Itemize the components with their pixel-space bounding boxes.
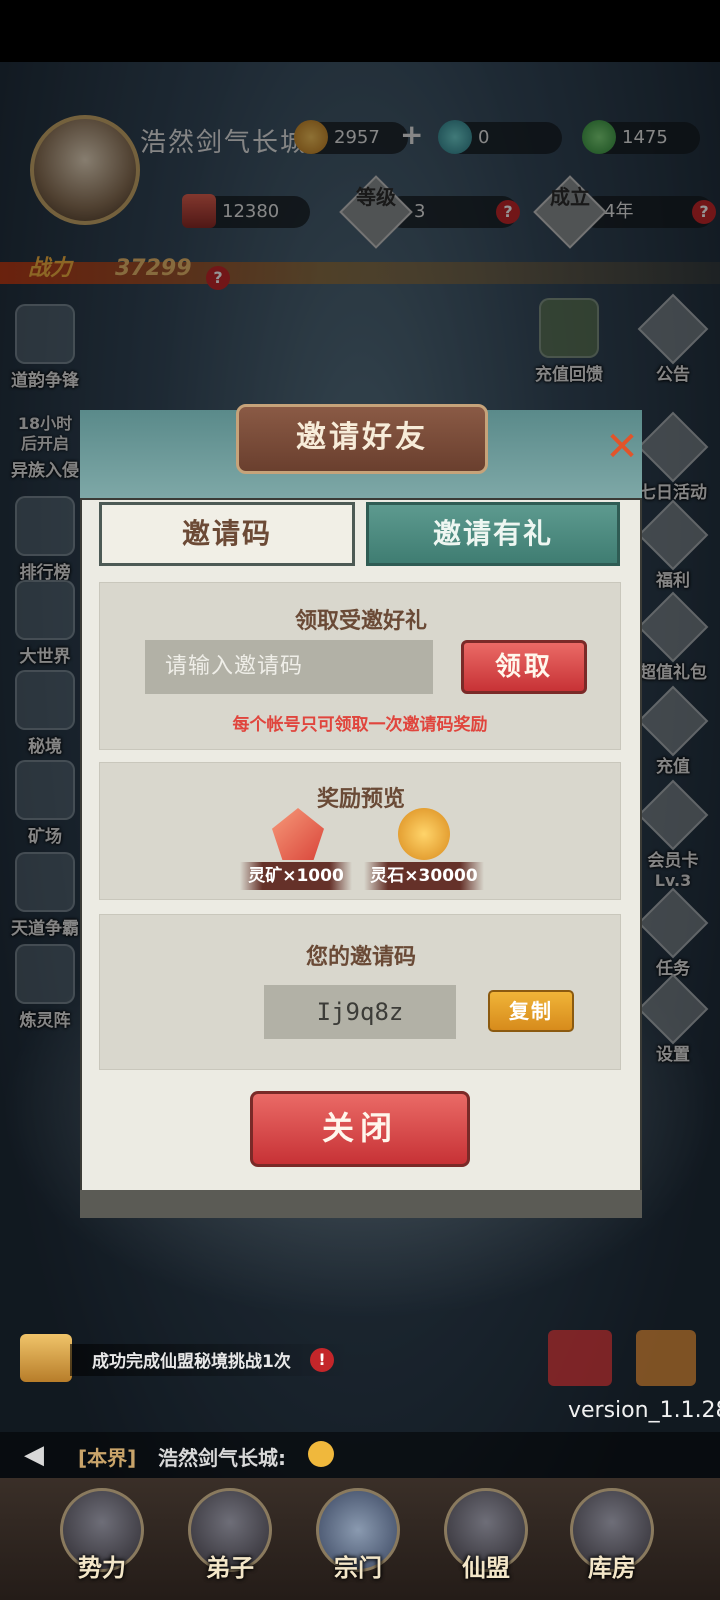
scroll-icon (20, 1334, 72, 1382)
chat-message: 浩然剑气长城: (158, 1446, 286, 1470)
chat-channel: [本界] (78, 1446, 137, 1470)
version-label: version_1.1.28 (568, 1398, 720, 1423)
megaphone-icon: ◀ (24, 1440, 44, 1470)
nav-storage[interactable]: 库房 (562, 1488, 662, 1583)
my-invite-code: Ij9q8z (264, 985, 456, 1039)
spirit-stone-reward-icon (398, 808, 450, 860)
alert-icon: ! (310, 1348, 334, 1372)
emoji-icon (308, 1441, 334, 1467)
nav-alliance[interactable]: 仙盟 (436, 1488, 536, 1583)
copy-button[interactable]: 复制 (488, 990, 574, 1032)
task-notification-text: 成功完成仙盟秘境挑战1次 (92, 1352, 291, 1372)
tab-invite-code[interactable]: 邀请码 (99, 502, 355, 566)
nav-sect[interactable]: 宗门 (308, 1488, 408, 1583)
tab-invite-reward[interactable]: 邀请有礼 (366, 502, 620, 566)
dialog-footer-strip (80, 1190, 642, 1218)
invite-code-input[interactable]: 请输入邀请码 (145, 640, 433, 694)
reward-preview-panel: 奖励预览 (99, 762, 621, 900)
reward-stone-label: 灵石×30000 (364, 862, 484, 890)
claim-panel-title: 领取受邀好礼 (294, 609, 427, 634)
reward-preview-title: 奖励预览 (316, 787, 405, 812)
my-code-title: 您的邀请码 (305, 945, 416, 970)
event-ranking-icon[interactable] (636, 1330, 696, 1386)
close-button[interactable]: 关闭 (250, 1091, 470, 1167)
event-chest-icon[interactable] (548, 1330, 612, 1386)
nav-disciple[interactable]: 弟子 (180, 1488, 280, 1583)
reward-ore-label: 灵矿×1000 (240, 862, 352, 890)
claim-note: 每个帐号只可领取一次邀请码奖励 (232, 715, 488, 735)
dialog-title: 邀请好友 (236, 404, 488, 474)
close-icon[interactable]: ✕ (600, 425, 644, 469)
nav-faction[interactable]: 势力 (52, 1488, 152, 1583)
claim-button[interactable]: 领取 (461, 640, 587, 694)
